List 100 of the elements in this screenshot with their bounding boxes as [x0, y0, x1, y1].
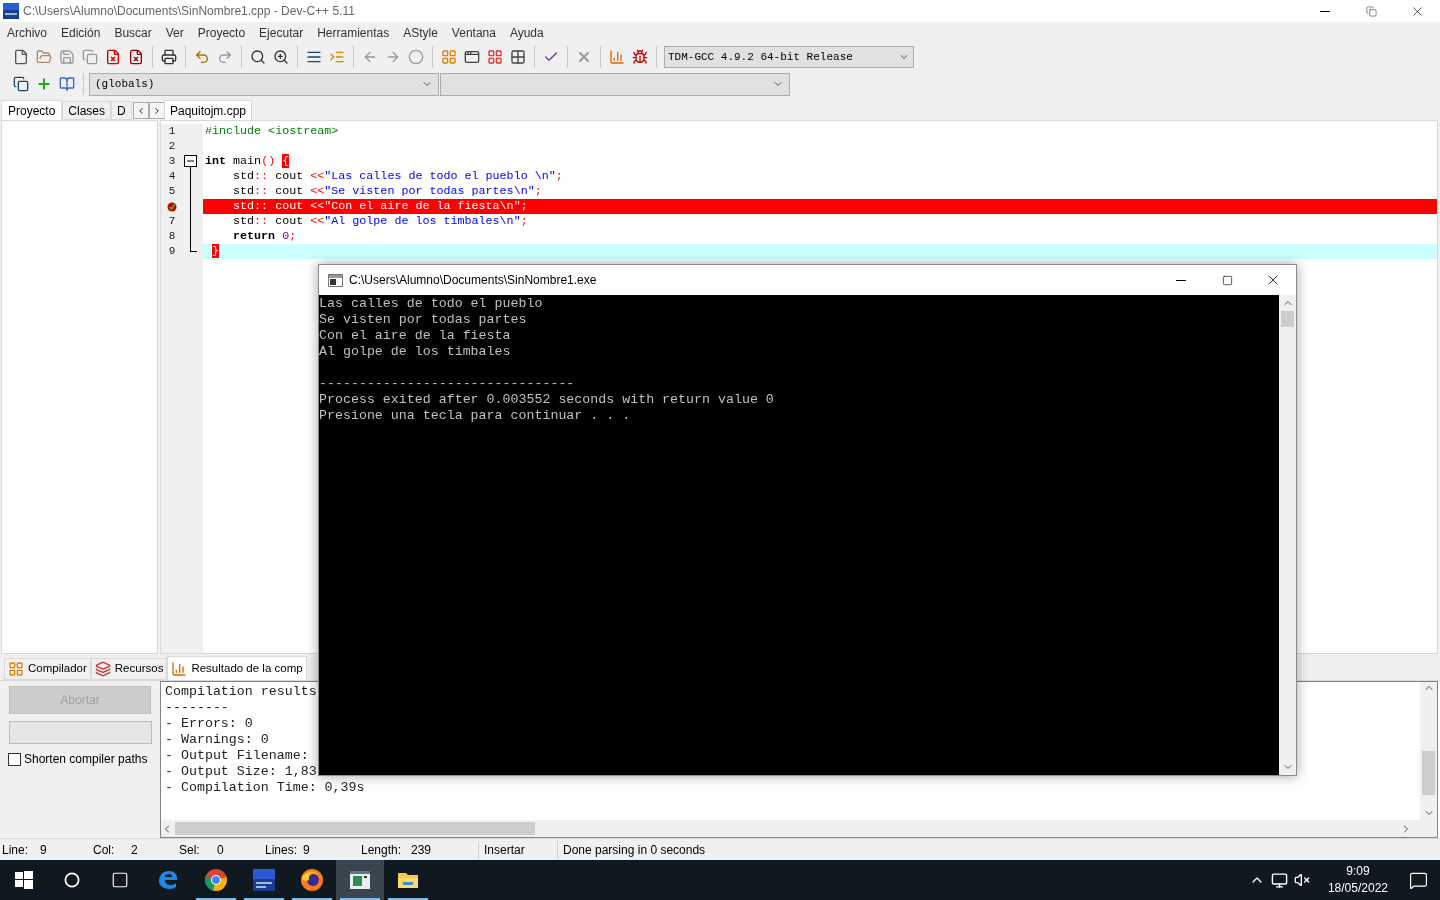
checkbox-label: Shorten compiler paths [24, 751, 148, 768]
panel-tab[interactable]: Clases [62, 101, 112, 120]
browser-icon [300, 868, 324, 892]
panel-tab[interactable]: Proyecto [1, 100, 63, 120]
app-icon [3, 3, 19, 19]
output-tab[interactable]: Compilador [4, 658, 91, 680]
parse-status: Done parsing in 0 seconds [562, 841, 706, 859]
windows-logo-icon [15, 871, 33, 889]
menu-item[interactable]: Ver [158, 24, 191, 42]
muted-speaker-icon [1293, 872, 1310, 888]
book-icon [59, 76, 75, 92]
log-line: - Output Filename: [165, 748, 309, 764]
menu-item[interactable]: Edición [54, 24, 108, 42]
menu-item[interactable]: Archivo [0, 24, 54, 42]
code-line: int main() { [204, 154, 291, 169]
status-label: Lines: [265, 841, 299, 859]
console-title: C:\Users\Alumno\Documents\SinNombre1.exe [349, 272, 597, 289]
bar-chart-icon [171, 660, 188, 677]
line-number: 5 [168, 184, 176, 199]
fold-marker[interactable] [183, 154, 199, 169]
checkbox[interactable] [8, 752, 21, 766]
code-line: return 0; [232, 229, 298, 244]
scope-select[interactable]: (globals) [89, 72, 439, 96]
cross-icon [576, 49, 592, 65]
output-tab[interactable]: Recursos [90, 658, 168, 680]
file-x-icon [105, 49, 121, 65]
code-line: #include <iostream> [204, 124, 340, 139]
grid-icon [510, 49, 526, 65]
line-number: 9 [168, 244, 176, 259]
console-line: Al golpe de los timbales [319, 344, 512, 360]
console-scrollbar[interactable] [1279, 295, 1296, 775]
horizontal-scrollbar[interactable] [161, 820, 1420, 837]
console-line: Con el aire de la fiesta [319, 328, 512, 344]
printer-icon [161, 49, 177, 65]
list-icon [306, 49, 322, 65]
taskbar-app[interactable] [336, 860, 384, 900]
log-line: Compilation results [165, 684, 317, 700]
compiler-select[interactable]: TDM-GCC 4.9.2 64-bit Release [664, 46, 914, 68]
window-icon [464, 49, 480, 65]
insert-mode: Insertar [483, 841, 526, 859]
console-line: Presione una tecla para continuar . . . [319, 408, 632, 424]
editor-tab[interactable]: Paquitojm.cpp [164, 100, 253, 120]
status-label: Length: [361, 841, 399, 859]
line-number: 8 [168, 229, 176, 244]
code-line: std:: cout <<"Se visten por todas partes\n"; [232, 184, 543, 199]
status-value: 9 [303, 841, 310, 859]
file-x-icon [128, 49, 144, 65]
panel-tab[interactable]: D [111, 101, 132, 120]
folder-icon [36, 49, 52, 65]
indent-icon [329, 49, 345, 65]
scrollbar-thumb[interactable] [1281, 311, 1294, 327]
circle-icon [408, 49, 424, 65]
menu-item[interactable]: Ayuda [502, 24, 551, 42]
status-label: Sel: [179, 841, 201, 859]
vertical-scrollbar[interactable] [1420, 682, 1437, 837]
status-value: 239 [411, 841, 432, 859]
log-line: -------- [165, 700, 229, 716]
code-line: std:: cout <<"Al golpe de los timbales\n"; [232, 214, 529, 229]
bug-icon [632, 49, 648, 65]
status-label: Line: [2, 841, 30, 859]
console-line: -------------------------------- [319, 376, 576, 392]
menu-item[interactable]: Buscar [107, 24, 159, 42]
line-number: 2 [168, 139, 176, 154]
menu-item[interactable]: AStyle [396, 24, 445, 42]
status-value: 2 [131, 841, 138, 859]
status-value: 0 [217, 841, 224, 859]
log-line: - Output Size: 1,83 [165, 764, 317, 780]
browser-icon [156, 868, 180, 892]
console-icon [328, 273, 343, 287]
circle-icon [64, 872, 80, 888]
status-value: 9 [40, 841, 47, 859]
network-icon [1270, 871, 1288, 889]
restore-icon [1365, 5, 1377, 17]
grid-icon [441, 49, 457, 65]
menu-item[interactable]: Ventana [444, 24, 503, 42]
layers-icon [94, 661, 111, 677]
line-number: 7 [168, 214, 176, 229]
log-line: - Warnings: 0 [165, 732, 269, 748]
console-line: Process exited after 0.003552 seconds with return value 0 [319, 392, 775, 408]
line-number: 4 [168, 169, 176, 184]
line-number: 3 [168, 154, 176, 169]
grid-icon [487, 49, 503, 65]
code-line: std:: cout <<"Las calles de todo el pueblo \n"; [232, 169, 564, 184]
scrollbar-thumb[interactable] [175, 822, 535, 835]
line-number: 1 [168, 124, 176, 139]
bar-chart-icon [609, 49, 625, 65]
message-icon [1408, 870, 1428, 890]
scrollbar-thumb[interactable] [1422, 751, 1435, 795]
copy-icon [82, 49, 98, 65]
copy-icon [13, 76, 29, 92]
menu-item[interactable]: Ejecutar [252, 24, 311, 42]
clock[interactable]: 9:09 18/05/2022 [1319, 863, 1396, 897]
console-line: Se visten por todas partes [319, 312, 528, 328]
menu-item[interactable]: Herramientas [310, 24, 397, 42]
menu-item[interactable]: Proyecto [190, 24, 253, 42]
zoom-icon [273, 49, 289, 65]
search-icon [250, 49, 266, 65]
right-arrow-icon [385, 49, 401, 65]
output-tab[interactable]: Resultado de la comp [167, 656, 307, 680]
file-icon [13, 49, 29, 65]
